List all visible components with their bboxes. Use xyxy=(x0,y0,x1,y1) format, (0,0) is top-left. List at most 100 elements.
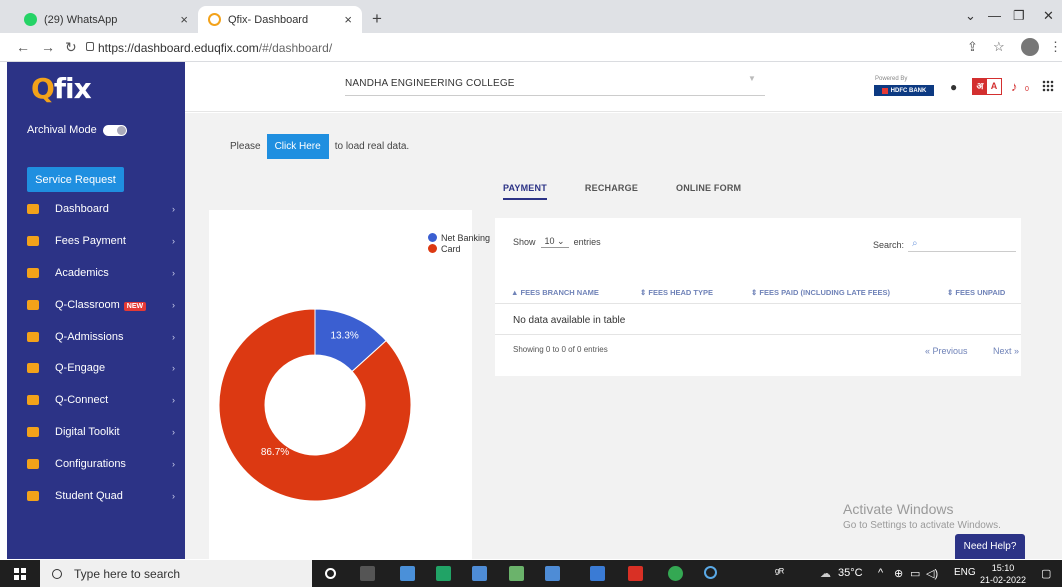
close-tab-icon[interactable]: × xyxy=(344,12,352,27)
empty-table-message: No data available in table xyxy=(513,315,626,326)
table-info: Showing 0 to 0 of 0 entries xyxy=(513,345,608,354)
share-icon[interactable]: ⇪ xyxy=(967,39,978,55)
table-search: Search: ⌕ xyxy=(873,238,1017,252)
chevron-down-icon[interactable]: ⌄ xyxy=(965,8,976,24)
q-classroom-label: Q-Classroom xyxy=(55,298,120,311)
app-icon[interactable] xyxy=(472,566,487,581)
sidebar-item-q-engage[interactable]: Q-Engage › xyxy=(7,352,185,384)
temperature[interactable]: 35°C xyxy=(838,567,863,579)
caret-down-icon[interactable]: ▼ xyxy=(748,74,756,83)
restore-button[interactable]: ❐ xyxy=(1013,8,1025,24)
chrome-icon[interactable] xyxy=(668,566,683,581)
language-indicator[interactable]: ENG xyxy=(954,567,976,578)
chart-legend: Net Banking Card xyxy=(428,232,490,254)
next-label: Next xyxy=(993,346,1012,356)
volume-icon[interactable]: ◁) xyxy=(926,567,938,580)
col-fees-branch-name[interactable]: ▲ FEES BRANCH NAME xyxy=(511,288,599,297)
sort-icon: ⇕ xyxy=(640,288,647,297)
clock-date: 21-02-2022 xyxy=(980,575,1027,585)
excel-icon[interactable] xyxy=(436,566,451,581)
previous-page-link[interactable]: « Previous xyxy=(925,346,968,356)
legend-item[interactable]: Card xyxy=(428,243,490,254)
app-icon[interactable] xyxy=(509,566,524,581)
close-tab-icon[interactable]: × xyxy=(180,12,188,27)
legend-label: Card xyxy=(441,243,461,254)
tab-recharge[interactable]: RECHARGE xyxy=(585,183,638,200)
cortana-icon[interactable] xyxy=(325,568,336,579)
clock-time: 15:10 xyxy=(991,563,1015,573)
sidebar-item-q-connect[interactable]: Q-Connect › xyxy=(7,384,185,416)
sort-asc-icon: ▲ xyxy=(511,288,519,297)
need-help-button[interactable]: Need Help? xyxy=(955,534,1025,559)
new-tab-button[interactable]: + xyxy=(372,9,382,29)
profile-avatar[interactable] xyxy=(1021,38,1039,56)
app-icon[interactable] xyxy=(545,566,560,581)
people-icon[interactable]: ᵍᴿ xyxy=(775,567,784,579)
sidebar-item-academics[interactable]: Academics › xyxy=(7,257,185,289)
language-switch[interactable]: अ A xyxy=(972,78,1002,95)
tray-chevron-up-icon[interactable]: ^ xyxy=(878,567,883,579)
sidebar-item-q-admissions[interactable]: Q-Admissions › xyxy=(7,321,185,353)
demo-notice: Please Click Here to load real data. xyxy=(230,134,409,159)
click-here-button[interactable]: Click Here xyxy=(266,134,329,159)
col-label: FEES PAID (INCLUDING LATE FEES) xyxy=(759,288,890,297)
theme-icon[interactable]: ● xyxy=(950,80,957,94)
apps-grid-icon[interactable] xyxy=(1042,80,1054,92)
col-label: FEES UNPAID xyxy=(955,288,1006,297)
app-icon[interactable] xyxy=(628,566,643,581)
sidebar-item-label: Fees Payment xyxy=(55,234,126,247)
tab-qfix-dashboard[interactable]: Qfix- Dashboard × xyxy=(198,6,362,33)
task-view-icon[interactable] xyxy=(360,566,375,581)
file-explorer-icon[interactable] xyxy=(400,566,415,581)
url-field[interactable]: https://dashboard.eduqfix.com/#/dashboar… xyxy=(98,41,332,55)
windows-start-icon[interactable] xyxy=(14,568,26,580)
tab-payment[interactable]: PAYMENT xyxy=(503,183,547,200)
minimize-button[interactable]: — xyxy=(988,8,1001,23)
star-icon[interactable]: ☆ xyxy=(993,39,1005,55)
forward-arrow-icon[interactable]: → xyxy=(41,39,55,55)
chevron-right-icon: › xyxy=(172,331,175,342)
battery-icon[interactable]: ▭ xyxy=(910,567,920,580)
network-icon[interactable]: ⊕ xyxy=(894,567,903,580)
next-page-link[interactable]: Next » xyxy=(993,346,1019,356)
tab-title: (29) WhatsApp xyxy=(44,13,118,26)
sidebar-item-digital-toolkit[interactable]: Digital Toolkit › xyxy=(7,416,185,448)
entries-select[interactable]: 10 ⌄ xyxy=(540,236,569,248)
sidebar-item-label: Academics xyxy=(55,266,109,279)
sidebar-item-dashboard[interactable]: Dashboard › xyxy=(7,193,185,225)
archival-toggle[interactable] xyxy=(102,124,127,136)
sidebar-item-q-classroom[interactable]: Q-Classroom NEW › xyxy=(7,289,185,321)
legend-item[interactable]: Net Banking xyxy=(428,232,490,243)
col-fees-head-type[interactable]: ⇕ FEES HEAD TYPE xyxy=(640,288,713,297)
sidebar-item-fees-payment[interactable]: Fees Payment › xyxy=(7,225,185,257)
app-icon[interactable] xyxy=(590,566,605,581)
reload-icon[interactable]: ↻ xyxy=(65,39,77,56)
notifications-icon[interactable]: ▢ xyxy=(1041,567,1051,580)
tab-online-form[interactable]: ONLINE FORM xyxy=(676,183,741,200)
fees-icon xyxy=(27,235,39,246)
menu-kebab-icon[interactable]: ⋮ xyxy=(1049,39,1062,55)
sidebar-item-configurations[interactable]: Configurations › xyxy=(7,448,185,480)
sort-icon: ⇕ xyxy=(947,288,954,297)
col-fees-paid[interactable]: ⇕ FEES PAID (INCLUDING LATE FEES) xyxy=(751,288,890,297)
fees-table-card: Show 10 ⌄ entries Search: ⌕ ▲ FEES BRANC… xyxy=(495,218,1021,376)
bell-icon[interactable]: ♪ xyxy=(1011,79,1018,94)
chevron-right-icon: › xyxy=(172,490,175,501)
chevron-right-icon: › xyxy=(172,203,175,214)
back-arrow-icon[interactable]: ← xyxy=(16,39,30,55)
college-select[interactable]: NANDHA ENGINEERING COLLEGE xyxy=(345,78,765,96)
qfix-logo[interactable]: Qfix xyxy=(31,72,92,105)
sidebar-item-label: Q-Admissions xyxy=(55,330,124,343)
close-window-button[interactable]: ✕ xyxy=(1043,8,1054,24)
col-fees-unpaid[interactable]: ⇕ FEES UNPAID xyxy=(947,288,1005,297)
search-input[interactable]: ⌕ xyxy=(908,238,1017,252)
entries-label: entries xyxy=(573,237,601,247)
app-icon[interactable] xyxy=(704,566,717,579)
service-request-button[interactable]: Service Request xyxy=(27,167,124,192)
prev-label: Previous xyxy=(932,346,968,356)
taskbar-search-input[interactable]: Type here to search xyxy=(40,560,312,587)
clock[interactable]: 15:10 21-02-2022 xyxy=(980,562,1026,586)
tab-whatsapp[interactable]: (29) WhatsApp × xyxy=(14,6,198,33)
sort-icon: ⇕ xyxy=(751,288,758,297)
sidebar-item-student-quad[interactable]: Student Quad › xyxy=(7,480,185,512)
